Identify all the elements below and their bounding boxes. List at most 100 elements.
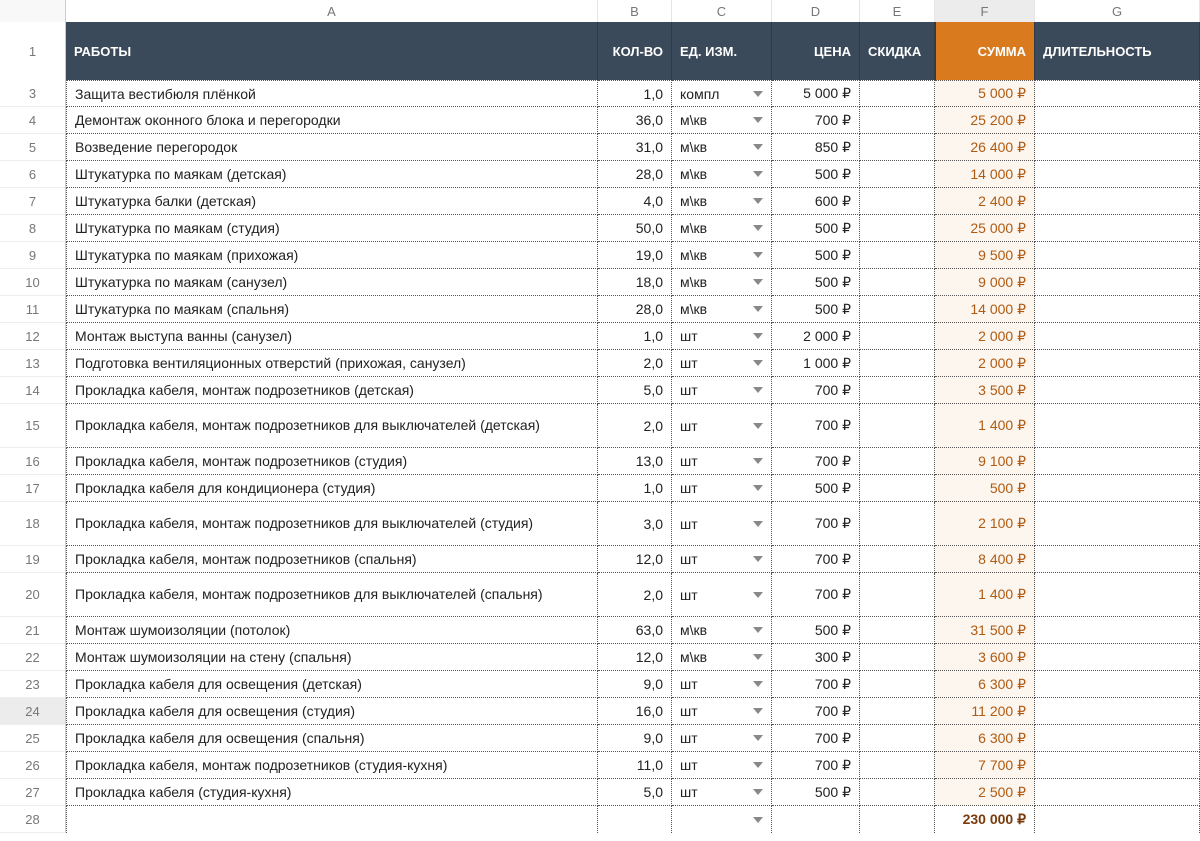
dropdown-icon[interactable] [753,117,763,123]
cell-unit[interactable]: шт [672,752,772,779]
cell-price[interactable]: 700 ₽ [772,404,860,448]
dropdown-icon[interactable] [753,144,763,150]
cell-sum[interactable]: 9 500 ₽ [935,242,1035,269]
cell-qty[interactable]: 18,0 [598,269,672,296]
cell-sum[interactable]: 26 400 ₽ [935,134,1035,161]
cell-work[interactable]: Прокладка кабеля для освещения (детская) [66,671,598,698]
row-number[interactable]: 14 [0,377,66,404]
cell-duration[interactable] [1035,671,1200,698]
row-number[interactable]: 12 [0,323,66,350]
cell-work[interactable]: Штукатурка балки (детская) [66,188,598,215]
cell-duration[interactable] [1035,215,1200,242]
header-unit[interactable]: ЕД. ИЗМ. [672,22,772,80]
cell-work[interactable]: Монтаж шумоизоляции (потолок) [66,617,598,644]
cell-qty[interactable]: 13,0 [598,448,672,475]
header-price[interactable]: ЦЕНА [772,22,860,80]
cell-qty[interactable]: 16,0 [598,698,672,725]
cell[interactable] [598,806,672,833]
header-sum[interactable]: СУММА [935,22,1035,80]
dropdown-icon[interactable] [753,279,763,285]
cell-discount[interactable] [860,779,935,806]
row-number[interactable]: 15 [0,404,66,448]
cell-sum[interactable]: 6 300 ₽ [935,671,1035,698]
cell-qty[interactable]: 63,0 [598,617,672,644]
cell-discount[interactable] [860,80,935,107]
cell-price[interactable]: 500 ₽ [772,779,860,806]
cell-sum[interactable]: 14 000 ₽ [935,296,1035,323]
cell-discount[interactable] [860,215,935,242]
cell-unit[interactable] [672,806,772,833]
cell-work[interactable]: Прокладка кабеля для освещения (студия) [66,698,598,725]
cell-qty[interactable]: 2,0 [598,404,672,448]
cell-price[interactable]: 600 ₽ [772,188,860,215]
cell-work[interactable]: Возведение перегородок [66,134,598,161]
cell-work[interactable]: Прокладка кабеля, монтаж подрозетников д… [66,404,598,448]
header-qty[interactable]: КОЛ-ВО [598,22,672,80]
dropdown-icon[interactable] [753,306,763,312]
cell-qty[interactable]: 2,0 [598,573,672,617]
cell-discount[interactable] [860,323,935,350]
cell-work[interactable]: Прокладка кабеля для освещения (спальня) [66,725,598,752]
dropdown-icon[interactable] [753,708,763,714]
cell-duration[interactable] [1035,80,1200,107]
cell-qty[interactable]: 11,0 [598,752,672,779]
cell-price[interactable]: 500 ₽ [772,475,860,502]
cell-sum[interactable]: 9 100 ₽ [935,448,1035,475]
cell-duration[interactable] [1035,779,1200,806]
cell-duration[interactable] [1035,752,1200,779]
cell-price[interactable]: 1 000 ₽ [772,350,860,377]
cell-discount[interactable] [860,161,935,188]
cell-duration[interactable] [1035,725,1200,752]
cell-sum[interactable]: 31 500 ₽ [935,617,1035,644]
cell-qty[interactable]: 36,0 [598,107,672,134]
cell-discount[interactable] [860,242,935,269]
header-duration[interactable]: ДЛИТЕЛЬНОСТЬ [1035,22,1200,80]
cell-discount[interactable] [860,475,935,502]
cell-price[interactable]: 700 ₽ [772,107,860,134]
cell-work[interactable]: Демонтаж оконного блока и перегородки [66,107,598,134]
cell-price[interactable]: 300 ₽ [772,644,860,671]
cell-price[interactable]: 700 ₽ [772,752,860,779]
dropdown-icon[interactable] [753,762,763,768]
cell-price[interactable]: 500 ₽ [772,269,860,296]
cell-discount[interactable] [860,134,935,161]
cell-duration[interactable] [1035,269,1200,296]
cell-sum[interactable]: 5 000 ₽ [935,80,1035,107]
row-number[interactable]: 1 [0,22,66,80]
cell-qty[interactable]: 50,0 [598,215,672,242]
cell-discount[interactable] [860,502,935,546]
row-number[interactable]: 23 [0,671,66,698]
cell-unit[interactable]: шт [672,350,772,377]
cell-work[interactable]: Прокладка кабеля, монтаж подрозетников д… [66,573,598,617]
cell-discount[interactable] [860,107,935,134]
cell-work[interactable]: Штукатурка по маякам (санузел) [66,269,598,296]
cell-work[interactable]: Подготовка вентиляционных отверстий (при… [66,350,598,377]
row-number[interactable]: 24 [0,698,66,725]
cell-qty[interactable]: 9,0 [598,671,672,698]
cell-work[interactable]: Защита вестибюля плёнкой [66,80,598,107]
cell-unit[interactable]: шт [672,725,772,752]
cell-price[interactable]: 2 000 ₽ [772,323,860,350]
cell-sum[interactable]: 3 600 ₽ [935,644,1035,671]
cell-duration[interactable] [1035,107,1200,134]
col-header-B[interactable]: B [598,0,672,22]
select-all-corner[interactable] [0,0,66,22]
cell-sum[interactable]: 1 400 ₽ [935,404,1035,448]
dropdown-icon[interactable] [753,252,763,258]
cell-sum[interactable]: 3 500 ₽ [935,377,1035,404]
cell-work[interactable]: Штукатурка по маякам (прихожая) [66,242,598,269]
dropdown-icon[interactable] [753,198,763,204]
cell-discount[interactable] [860,296,935,323]
cell-work[interactable]: Прокладка кабеля для кондиционера (студи… [66,475,598,502]
cell-sum[interactable]: 2 500 ₽ [935,779,1035,806]
col-header-F[interactable]: F [935,0,1035,22]
cell-duration[interactable] [1035,502,1200,546]
cell-unit[interactable]: м\кв [672,242,772,269]
dropdown-icon[interactable] [753,387,763,393]
cell-unit[interactable]: м\кв [672,215,772,242]
cell-discount[interactable] [860,725,935,752]
cell-price[interactable]: 500 ₽ [772,161,860,188]
dropdown-icon[interactable] [753,521,763,527]
cell-discount[interactable] [860,698,935,725]
cell-duration[interactable] [1035,573,1200,617]
